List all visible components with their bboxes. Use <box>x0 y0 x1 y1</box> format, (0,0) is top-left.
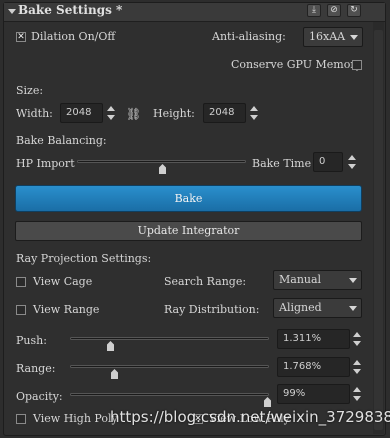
anti-aliasing-value: 16xAA <box>309 30 346 43</box>
arrow-up-icon[interactable] <box>107 106 115 111</box>
update-integrator-button[interactable]: Update Integrator <box>15 221 362 241</box>
dilation-checkbox[interactable]: ✕ <box>16 32 26 42</box>
view-range-checkbox[interactable] <box>16 305 26 315</box>
reset-icon[interactable]: ⊘ <box>327 4 341 17</box>
range-value-input[interactable]: 1.768% <box>277 357 350 377</box>
chevron-down-icon <box>350 35 358 40</box>
balance-spinner[interactable] <box>347 152 358 172</box>
ray-projection-label: Ray Projection Settings: <box>16 252 152 265</box>
view-range-label: View Range <box>33 303 100 316</box>
anti-aliasing-select[interactable]: 16xAA <box>303 27 363 47</box>
hp-import-label: HP Import <box>16 157 75 170</box>
range-spinner[interactable] <box>352 357 363 377</box>
anti-aliasing-label: Anti-aliasing: <box>212 30 286 43</box>
search-range-value: Manual <box>279 273 322 286</box>
dilation-label: Dilation On/Off <box>31 30 116 43</box>
width-label: Width: <box>16 107 53 120</box>
conserve-gpu-label: Conserve GPU Memory <box>231 58 362 71</box>
balance-value-input[interactable]: 0 <box>313 152 343 172</box>
collapse-arrow-icon[interactable] <box>8 9 16 14</box>
push-spinner[interactable] <box>352 329 363 349</box>
bake-balancing-label: Bake Balancing: <box>16 134 107 147</box>
chevron-down-icon <box>349 278 357 283</box>
scrollbar-thumb[interactable] <box>374 30 383 430</box>
panel-title: Bake Settings * <box>18 3 123 17</box>
arrow-down-icon[interactable] <box>107 115 115 120</box>
watermark-text: https://blog.csdn.net/weixin_37298380 <box>110 408 390 426</box>
view-high-poly-label: View High Poly <box>33 412 118 425</box>
range-label: Range: <box>16 362 56 375</box>
checkmark-icon: ✕ <box>17 32 25 42</box>
bake-time-label: Bake Time <box>252 157 312 170</box>
width-input[interactable]: 2048 <box>60 103 103 123</box>
arrow-down-icon[interactable] <box>353 341 361 346</box>
ray-distribution-value: Aligned <box>279 301 322 314</box>
arrow-up-icon[interactable] <box>348 155 356 160</box>
arrow-down-icon[interactable] <box>250 115 258 120</box>
ray-distribution-select[interactable]: Aligned <box>273 298 362 318</box>
size-section-label: Size: <box>16 84 44 97</box>
chevron-down-icon <box>349 306 357 311</box>
search-range-select[interactable]: Manual <box>273 270 362 290</box>
opacity-slider-track[interactable] <box>70 393 269 396</box>
width-spinner[interactable] <box>106 103 117 123</box>
arrow-down-icon[interactable] <box>353 396 361 401</box>
download-icon[interactable]: ⤓ <box>307 4 321 17</box>
link-icon[interactable]: ⛓ <box>126 107 141 121</box>
push-slider-track[interactable] <box>70 337 269 340</box>
conserve-gpu-checkbox[interactable] <box>352 60 362 70</box>
ray-distribution-label: Ray Distribution: <box>164 303 260 316</box>
opacity-spinner[interactable] <box>352 384 363 404</box>
view-cage-label: View Cage <box>33 275 93 288</box>
arrow-down-icon[interactable] <box>348 164 356 169</box>
push-label: Push: <box>16 334 47 347</box>
opacity-value-input[interactable]: 99% <box>277 384 350 404</box>
opacity-label: Opacity: <box>16 390 63 403</box>
arrow-up-icon[interactable] <box>353 387 361 392</box>
arrow-up-icon[interactable] <box>353 360 361 365</box>
height-input[interactable]: 2048 <box>203 103 246 123</box>
search-range-label: Search Range: <box>164 275 247 288</box>
view-high-poly-checkbox[interactable] <box>16 414 26 424</box>
height-label: Height: <box>153 107 195 120</box>
bake-button[interactable]: Bake <box>15 185 362 212</box>
arrow-up-icon[interactable] <box>250 106 258 111</box>
balance-slider-track[interactable] <box>77 160 246 163</box>
refresh-icon[interactable]: ↻ <box>347 4 361 17</box>
view-cage-checkbox[interactable] <box>16 277 26 287</box>
range-slider-track[interactable] <box>70 365 269 368</box>
arrow-up-icon[interactable] <box>353 332 361 337</box>
height-spinner[interactable] <box>249 103 260 123</box>
push-value-input[interactable]: 1.311% <box>277 329 350 349</box>
arrow-down-icon[interactable] <box>353 369 361 374</box>
